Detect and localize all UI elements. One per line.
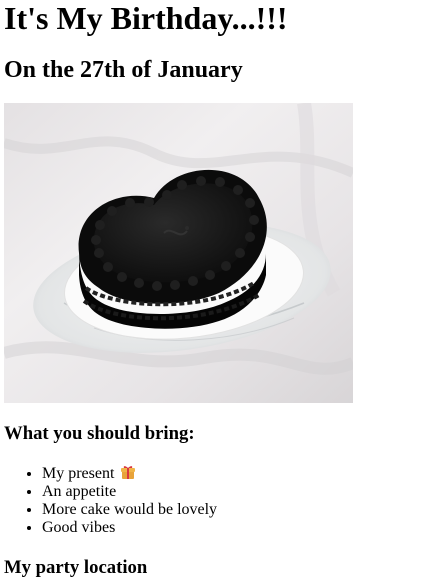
page-title: It's My Birthday...!!! <box>4 0 288 36</box>
list-item: Good vibes <box>42 519 217 537</box>
list-item-label: My present <box>42 465 115 482</box>
gift-icon <box>121 465 136 480</box>
list-item-label: An appetite <box>42 483 117 500</box>
bring-list-heading: What you should bring: <box>4 423 195 444</box>
event-date-heading: On the 27th of January <box>4 57 243 83</box>
party-location-heading: My party location <box>4 557 148 578</box>
bring-list: My present An appetite More cake would b… <box>4 465 217 537</box>
list-item: More cake would be lovely <box>42 501 217 519</box>
list-item-label: Good vibes <box>42 519 116 536</box>
list-item-label: More cake would be lovely <box>42 501 218 518</box>
list-item: My present <box>42 465 217 483</box>
birthday-cake-image <box>4 103 353 403</box>
list-item: An appetite <box>42 483 217 501</box>
